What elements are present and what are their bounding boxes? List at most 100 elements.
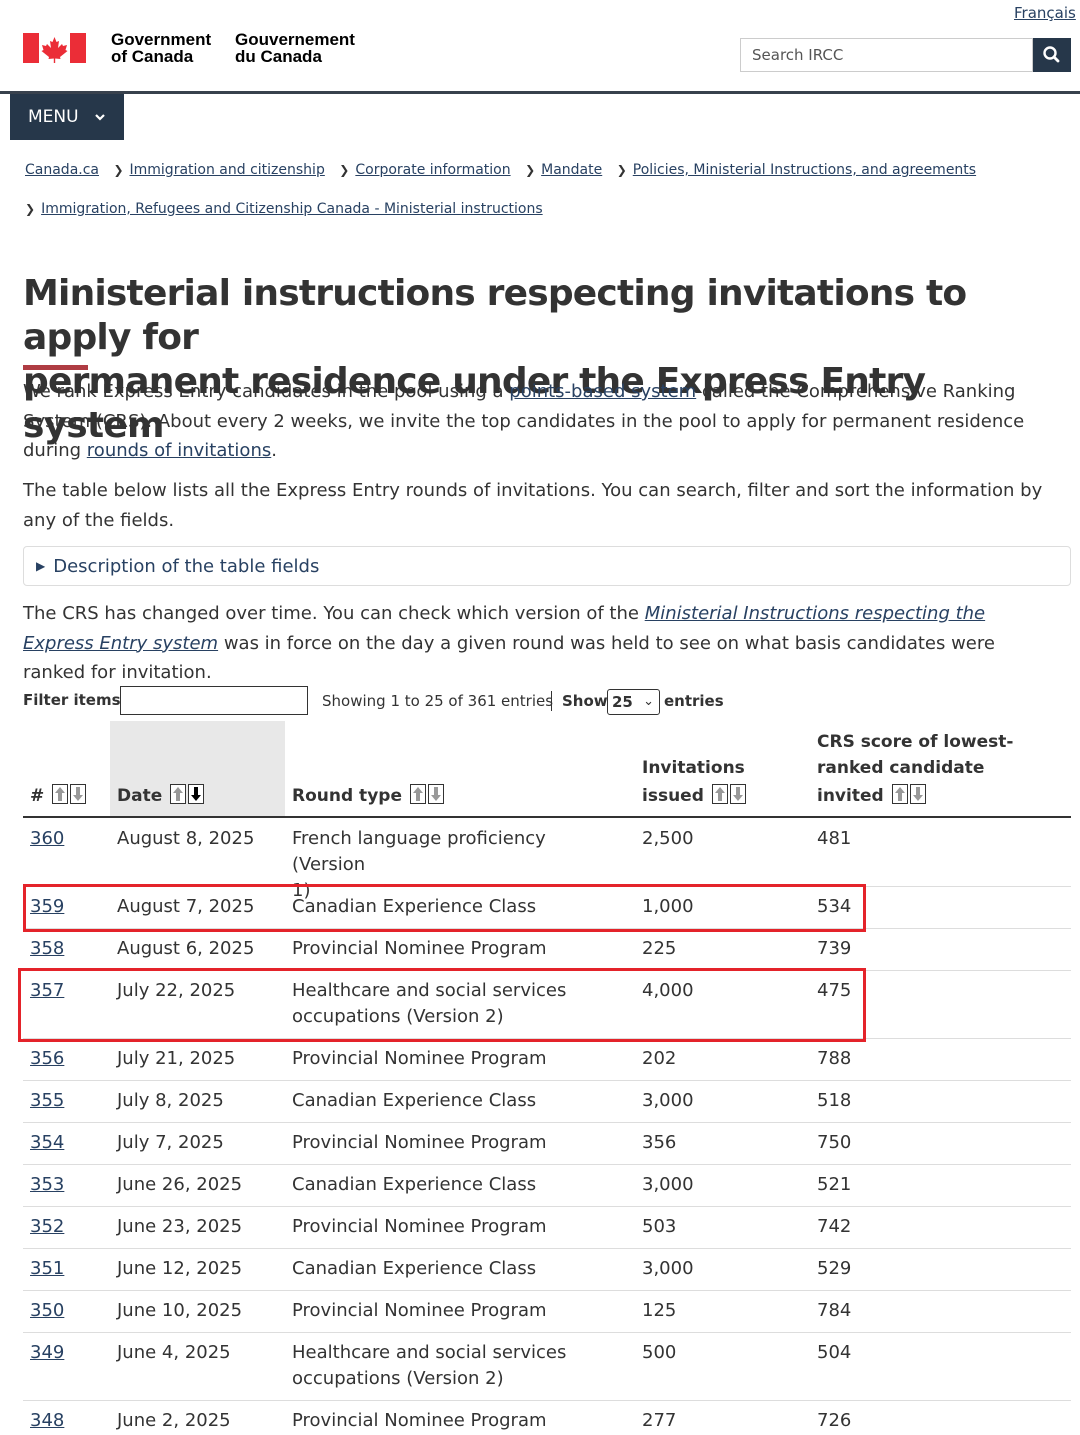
crs-score-cell: 529 (817, 1258, 852, 1279)
column-header-round-type[interactable]: Round type (292, 783, 444, 809)
round-number-link[interactable]: 351 (30, 1258, 64, 1279)
row-divider (23, 1164, 1071, 1165)
round-number-cell: 350 (30, 1298, 64, 1324)
crs-score-cell: 481 (817, 828, 852, 849)
round-number-link[interactable]: 349 (30, 1342, 64, 1363)
date-cell: June 2, 2025 (117, 1410, 231, 1431)
breadcrumb: Canada.ca ❯ Immigration and citizenship ❯… (25, 162, 976, 178)
date-cell: June 26, 2025 (117, 1174, 243, 1195)
round-number-cell: 349 (30, 1340, 64, 1366)
breadcrumb-link-canada[interactable]: Canada.ca (25, 162, 99, 178)
round-number-cell: 353 (30, 1172, 64, 1198)
column-header-date[interactable]: Date (117, 783, 205, 809)
invitations-cell: 2,500 (642, 828, 694, 849)
column-header-label: Round type (292, 786, 402, 806)
round-number-cell: 352 (30, 1214, 64, 1240)
row-divider (23, 1080, 1071, 1081)
row-divider (23, 1122, 1071, 1123)
round-number-link[interactable]: 356 (30, 1048, 64, 1069)
search-input[interactable]: Search IRCC (740, 38, 1033, 72)
round-type-cell: Provincial Nominee Program (292, 1130, 622, 1156)
round-type-line: Canadian Experience Class (292, 1090, 537, 1111)
round-number-cell: 355 (30, 1088, 64, 1114)
round-type-cell: Provincial Nominee Program (292, 936, 622, 962)
date-cell: June 10, 2025 (117, 1300, 243, 1321)
menu-button[interactable]: MENU (10, 94, 124, 140)
breadcrumb-link-ministerial[interactable]: Immigration, Refugees and Citizenship Ca… (41, 201, 543, 217)
page-length-select[interactable]: 25 ⌄ (607, 689, 660, 715)
round-number-link[interactable]: 348 (30, 1410, 64, 1431)
chevron-down-icon: ⌄ (643, 694, 654, 709)
column-header-label: issued (642, 786, 704, 806)
sort-descending-icon-active[interactable] (188, 784, 205, 804)
rounds-of-invitations-link[interactable]: rounds of invitations (87, 440, 271, 461)
sort-ascending-icon[interactable] (52, 784, 69, 804)
sort-ascending-icon[interactable] (170, 784, 187, 804)
table-fields-details-toggle[interactable]: ▶ Description of the table fields (23, 546, 1071, 586)
crs-score-cell: 726 (817, 1410, 852, 1431)
date-cell: July 8, 2025 (117, 1090, 224, 1111)
highlight-annotation-box (23, 884, 866, 932)
language-toggle-link[interactable]: Français (1014, 4, 1076, 22)
wordmark-fr-line-1: Gouvernement (235, 30, 355, 49)
breadcrumb-link-mandate[interactable]: Mandate (541, 162, 602, 178)
crs-score-cell: 742 (817, 1216, 852, 1237)
round-number-link[interactable]: 358 (30, 938, 64, 959)
round-type-cell: Provincial Nominee Program (292, 1408, 622, 1434)
round-number-link[interactable]: 360 (30, 828, 64, 849)
sort-ascending-icon[interactable] (409, 784, 426, 804)
canada-flag-logo (23, 33, 86, 63)
round-number-link[interactable]: 355 (30, 1090, 64, 1111)
round-type-cell: Canadian Experience Class (292, 1172, 622, 1198)
row-divider (23, 1206, 1071, 1207)
filter-input[interactable] (120, 686, 308, 715)
entries-label: entries (664, 692, 724, 710)
search-button[interactable] (1033, 38, 1071, 72)
chevron-right-icon: ❯ (525, 163, 536, 177)
date-cell: June 23, 2025 (117, 1216, 243, 1237)
crs-score-cell: 784 (817, 1300, 852, 1321)
round-type-line: Provincial Nominee Program (292, 1132, 547, 1153)
round-number-link[interactable]: 353 (30, 1174, 64, 1195)
column-header-label: CRS score of lowest- (817, 732, 1014, 752)
sort-descending-icon[interactable] (70, 784, 87, 804)
invitations-cell: 503 (642, 1216, 677, 1237)
divider (551, 691, 552, 711)
breadcrumb-link-policies[interactable]: Policies, Ministerial Instructions, and … (633, 162, 976, 178)
menu-label: MENU (28, 107, 79, 127)
filter-label: Filter items (23, 691, 121, 709)
sort-ascending-icon[interactable] (711, 784, 728, 804)
details-summary-label: Description of the table fields (53, 556, 320, 577)
round-number-link[interactable]: 352 (30, 1216, 64, 1237)
round-type-line: Canadian Experience Class (292, 1174, 537, 1195)
title-accent-bar (23, 365, 88, 370)
breadcrumb-link-corporate[interactable]: Corporate information (355, 162, 510, 178)
row-divider (23, 1400, 1071, 1401)
page-length-value: 25 (612, 693, 633, 711)
invitations-cell: 125 (642, 1300, 677, 1321)
round-type-line: Provincial Nominee Program (292, 1216, 547, 1237)
invitations-cell: 3,000 (642, 1174, 694, 1195)
sort-descending-icon[interactable] (909, 784, 926, 804)
column-header-label: ranked candidate (817, 758, 985, 778)
column-header-crs-score[interactable]: CRS score of lowest- ranked candidate in… (817, 729, 1013, 809)
sort-descending-icon[interactable] (729, 784, 746, 804)
round-type-cell: Canadian Experience Class (292, 1088, 622, 1114)
round-type-line: French language proficiency (Version (292, 828, 546, 875)
table-header-divider (23, 816, 1071, 818)
show-label: Show (562, 692, 608, 710)
column-header-number[interactable]: # (30, 783, 87, 809)
sort-ascending-icon[interactable] (891, 784, 908, 804)
crs-score-cell: 750 (817, 1132, 852, 1153)
crs-score-cell: 521 (817, 1174, 852, 1195)
round-type-line: Provincial Nominee Program (292, 1300, 547, 1321)
breadcrumb-link-immigration[interactable]: Immigration and citizenship (130, 162, 325, 178)
sort-descending-icon[interactable] (427, 784, 444, 804)
points-based-system-link[interactable]: points-based system (509, 381, 696, 402)
column-header-invitations[interactable]: Invitations issued (642, 755, 746, 809)
crs-score-cell: 739 (817, 938, 852, 959)
round-number-link[interactable]: 350 (30, 1300, 64, 1321)
round-type-cell: Canadian Experience Class (292, 1256, 622, 1282)
round-type-cell: Provincial Nominee Program (292, 1046, 622, 1072)
round-number-link[interactable]: 354 (30, 1132, 64, 1153)
